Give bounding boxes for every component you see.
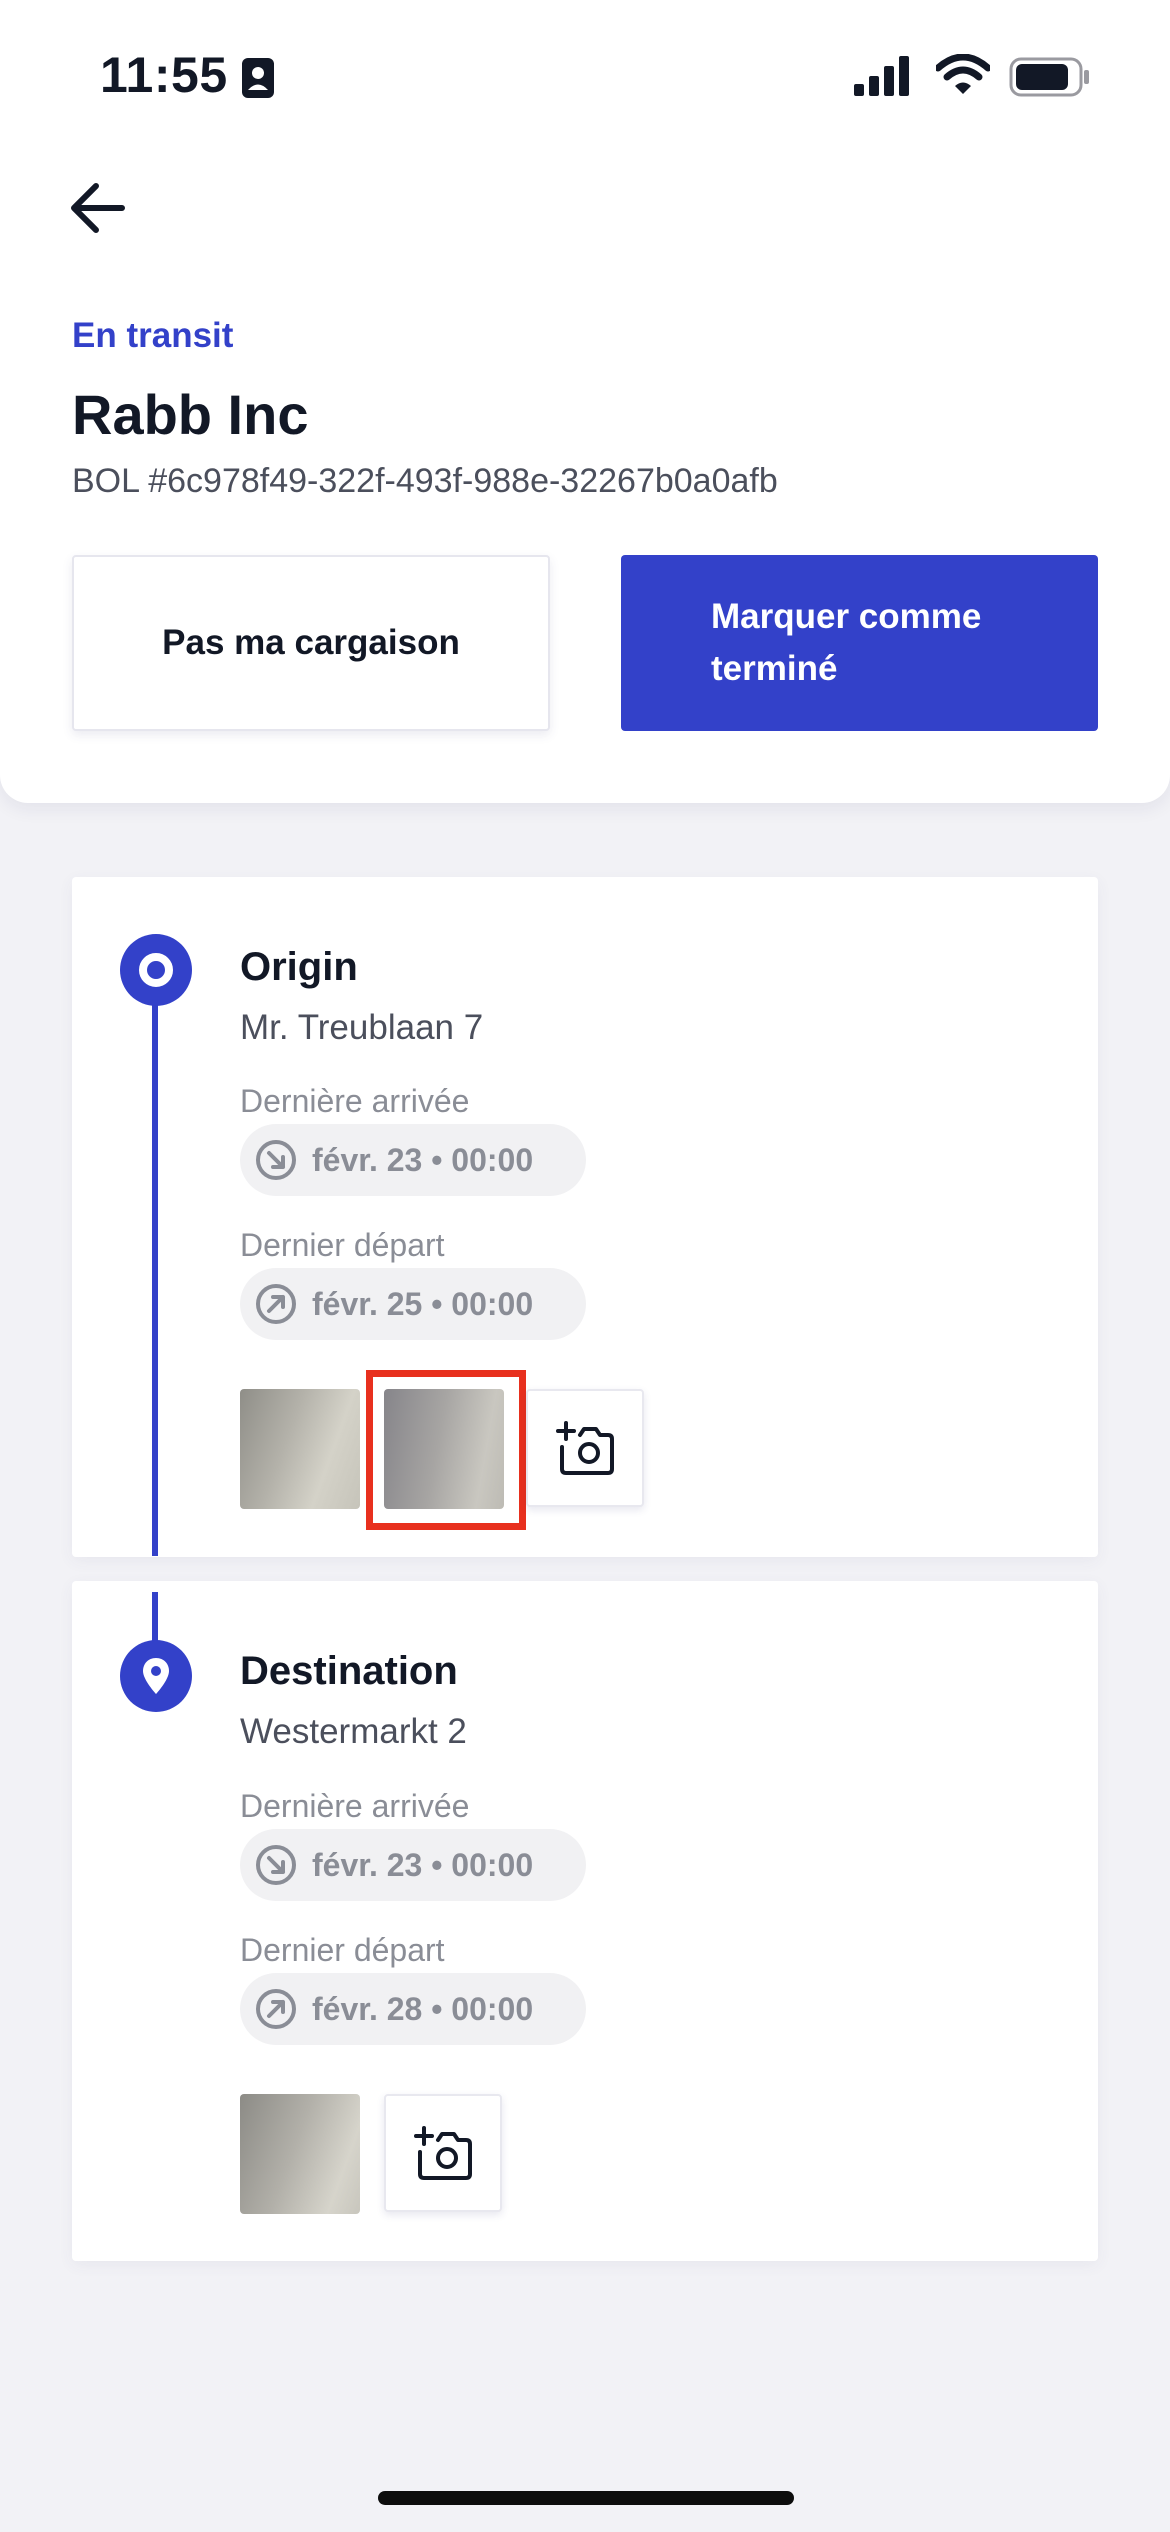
origin-photo-thumbnail[interactable] xyxy=(384,1389,504,1509)
origin-departure-value: févr. 25 • 00:00 xyxy=(312,1285,534,1322)
timeline-line xyxy=(152,1000,158,1556)
destination-add-photo-button[interactable] xyxy=(384,2094,502,2212)
add-photo-camera-icon xyxy=(414,2126,472,2180)
page-title: Rabb Inc xyxy=(72,383,309,446)
bol-number: BOL #6c978f49-322f-493f-988e-32267b0a0af… xyxy=(72,462,778,500)
back-arrow-icon xyxy=(71,183,125,233)
battery-icon xyxy=(1009,57,1089,97)
not-my-load-button[interactable]: Pas ma cargaison xyxy=(72,555,550,731)
destination-departure-pill: févr. 28 • 00:00 xyxy=(240,1973,586,2045)
home-indicator[interactable] xyxy=(378,2491,794,2505)
mark-complete-button[interactable]: Marquer comme terminé xyxy=(621,555,1098,731)
origin-departure-label: Dernier départ xyxy=(240,1227,445,1263)
arrival-arrow-icon xyxy=(256,1140,296,1180)
signal-icon xyxy=(854,56,909,96)
origin-photo-thumbnail[interactable] xyxy=(240,1389,360,1509)
mark-complete-label: Marquer comme terminé xyxy=(711,597,982,688)
origin-add-photo-button[interactable] xyxy=(526,1389,644,1507)
status-bar-time: 11:55 xyxy=(100,47,228,103)
origin-marker xyxy=(120,934,192,1006)
back-button[interactable] xyxy=(66,178,130,238)
departure-arrow-icon xyxy=(256,1284,296,1324)
origin-arrival-label: Dernière arrivée xyxy=(240,1083,470,1119)
destination-arrival-pill: févr. 23 • 00:00 xyxy=(240,1829,586,1901)
origin-departure-pill: févr. 25 • 00:00 xyxy=(240,1268,586,1340)
origin-address: Mr. Treublaan 7 xyxy=(240,1008,484,1047)
destination-stop-card xyxy=(72,1581,1098,2261)
destination-marker xyxy=(120,1640,192,1712)
origin-arrival-value: févr. 23 • 00:00 xyxy=(312,1141,534,1178)
shipment-status: En transit xyxy=(72,316,234,355)
add-photo-camera-icon xyxy=(556,1421,614,1475)
origin-arrival-pill: févr. 23 • 00:00 xyxy=(240,1124,586,1196)
destination-address: Westermarkt 2 xyxy=(240,1712,467,1751)
destination-arrival-value: févr. 23 • 00:00 xyxy=(312,1846,534,1883)
departure-arrow-icon xyxy=(256,1989,296,2029)
destination-departure-value: févr. 28 • 00:00 xyxy=(312,1990,534,2027)
timeline-line xyxy=(152,1592,158,1642)
destination-name: Destination xyxy=(240,1649,458,1693)
origin-name: Origin xyxy=(240,945,358,989)
destination-photo-thumbnail[interactable] xyxy=(240,2094,360,2214)
destination-departure-label: Dernier départ xyxy=(240,1932,445,1968)
not-my-load-label: Pas ma cargaison xyxy=(162,623,460,662)
wifi-icon xyxy=(936,54,990,94)
arrival-arrow-icon xyxy=(256,1845,296,1885)
origin-ring-icon xyxy=(139,953,173,987)
location-pin-icon xyxy=(143,1658,169,1694)
destination-arrival-label: Dernière arrivée xyxy=(240,1788,470,1824)
badge-icon xyxy=(242,58,274,98)
